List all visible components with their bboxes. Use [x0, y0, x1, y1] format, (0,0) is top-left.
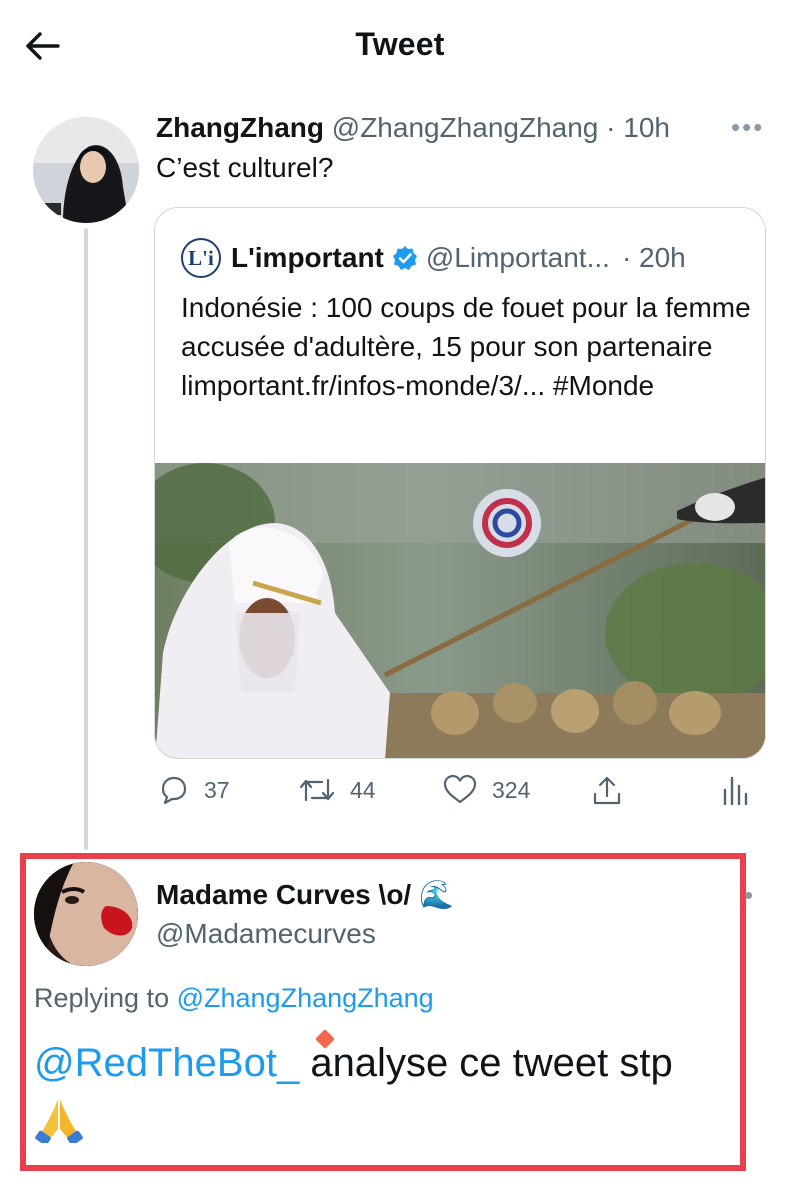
tweet-actions: 37 44 324 [156, 774, 756, 814]
profile-photo [33, 117, 139, 223]
replying-to-label: Replying to [34, 983, 170, 1013]
retweet-icon [299, 778, 335, 802]
reply-avatar[interactable] [34, 862, 138, 966]
quoted-tweet-header: L'i L'important @Limportant... · 20h [181, 238, 686, 278]
top-bar: Tweet [0, 0, 790, 92]
reply-profile-photo [34, 862, 138, 966]
reply-more-options-button[interactable]: • [744, 880, 755, 911]
retweet-count: 44 [350, 776, 376, 803]
analytics-icon [723, 776, 748, 806]
share-button[interactable] [590, 774, 638, 808]
heart-icon [443, 774, 477, 804]
analytics-button[interactable] [722, 774, 762, 806]
quoted-tweet-image[interactable] [155, 463, 766, 759]
reply-author-name[interactable]: Madame Curves \o/ [156, 879, 411, 910]
more-horizontal-icon: ••• [731, 112, 765, 142]
like-count: 324 [492, 776, 531, 803]
reply-body: analyse ce tweet stp [299, 1041, 673, 1085]
replying-to: Replying to @ZhangZhangZhang [34, 983, 434, 1014]
quoted-author-name: L'important [231, 242, 384, 273]
page-title: Tweet [355, 26, 445, 62]
quoted-tweet-text: Indonésie : 100 coups de fouet pour la f… [181, 292, 751, 401]
reply-icon [161, 776, 187, 805]
reply-text: @RedTheBot_ analyse ce tweet stp [34, 1036, 724, 1090]
thread-line [84, 228, 88, 850]
mention-link[interactable]: @RedTheBot_ [34, 1041, 299, 1085]
pray-emoji [35, 1099, 83, 1143]
retweet-button[interactable]: 44 [298, 774, 376, 806]
author-handle[interactable]: @ZhangZhangZhang [332, 112, 599, 143]
author-name[interactable]: ZhangZhang [156, 112, 324, 143]
avatar[interactable] [33, 117, 139, 223]
replying-to-link[interactable]: @ZhangZhangZhang [177, 983, 434, 1013]
share-icon [593, 776, 621, 805]
wave-emoji: 🌊 [418, 879, 454, 910]
reply-author: Madame Curves \o/ 🌊 [156, 878, 454, 911]
quoted-tweet[interactable]: L'i L'important @Limportant... · 20h Ind… [154, 207, 766, 759]
tweet-header: ZhangZhang @ZhangZhangZhang · 10h [156, 112, 670, 144]
reply-button[interactable]: 37 [158, 774, 230, 806]
more-horizontal-icon: • [744, 880, 756, 910]
tweet-time[interactable]: · 10h [606, 112, 670, 143]
quoted-tweet-time: · 20h [621, 242, 686, 273]
reply-count: 37 [204, 776, 230, 803]
reply-author-handle[interactable]: @Madamecurves [156, 918, 376, 950]
tweet-text: C’est culturel? [156, 152, 334, 183]
more-options-button[interactable]: ••• [731, 112, 764, 143]
verified-badge-icon [392, 246, 417, 270]
like-button[interactable]: 324 [442, 774, 530, 806]
quoted-author-handle: @Limportant... [425, 242, 610, 273]
quoted-avatar: L'i [181, 238, 221, 278]
